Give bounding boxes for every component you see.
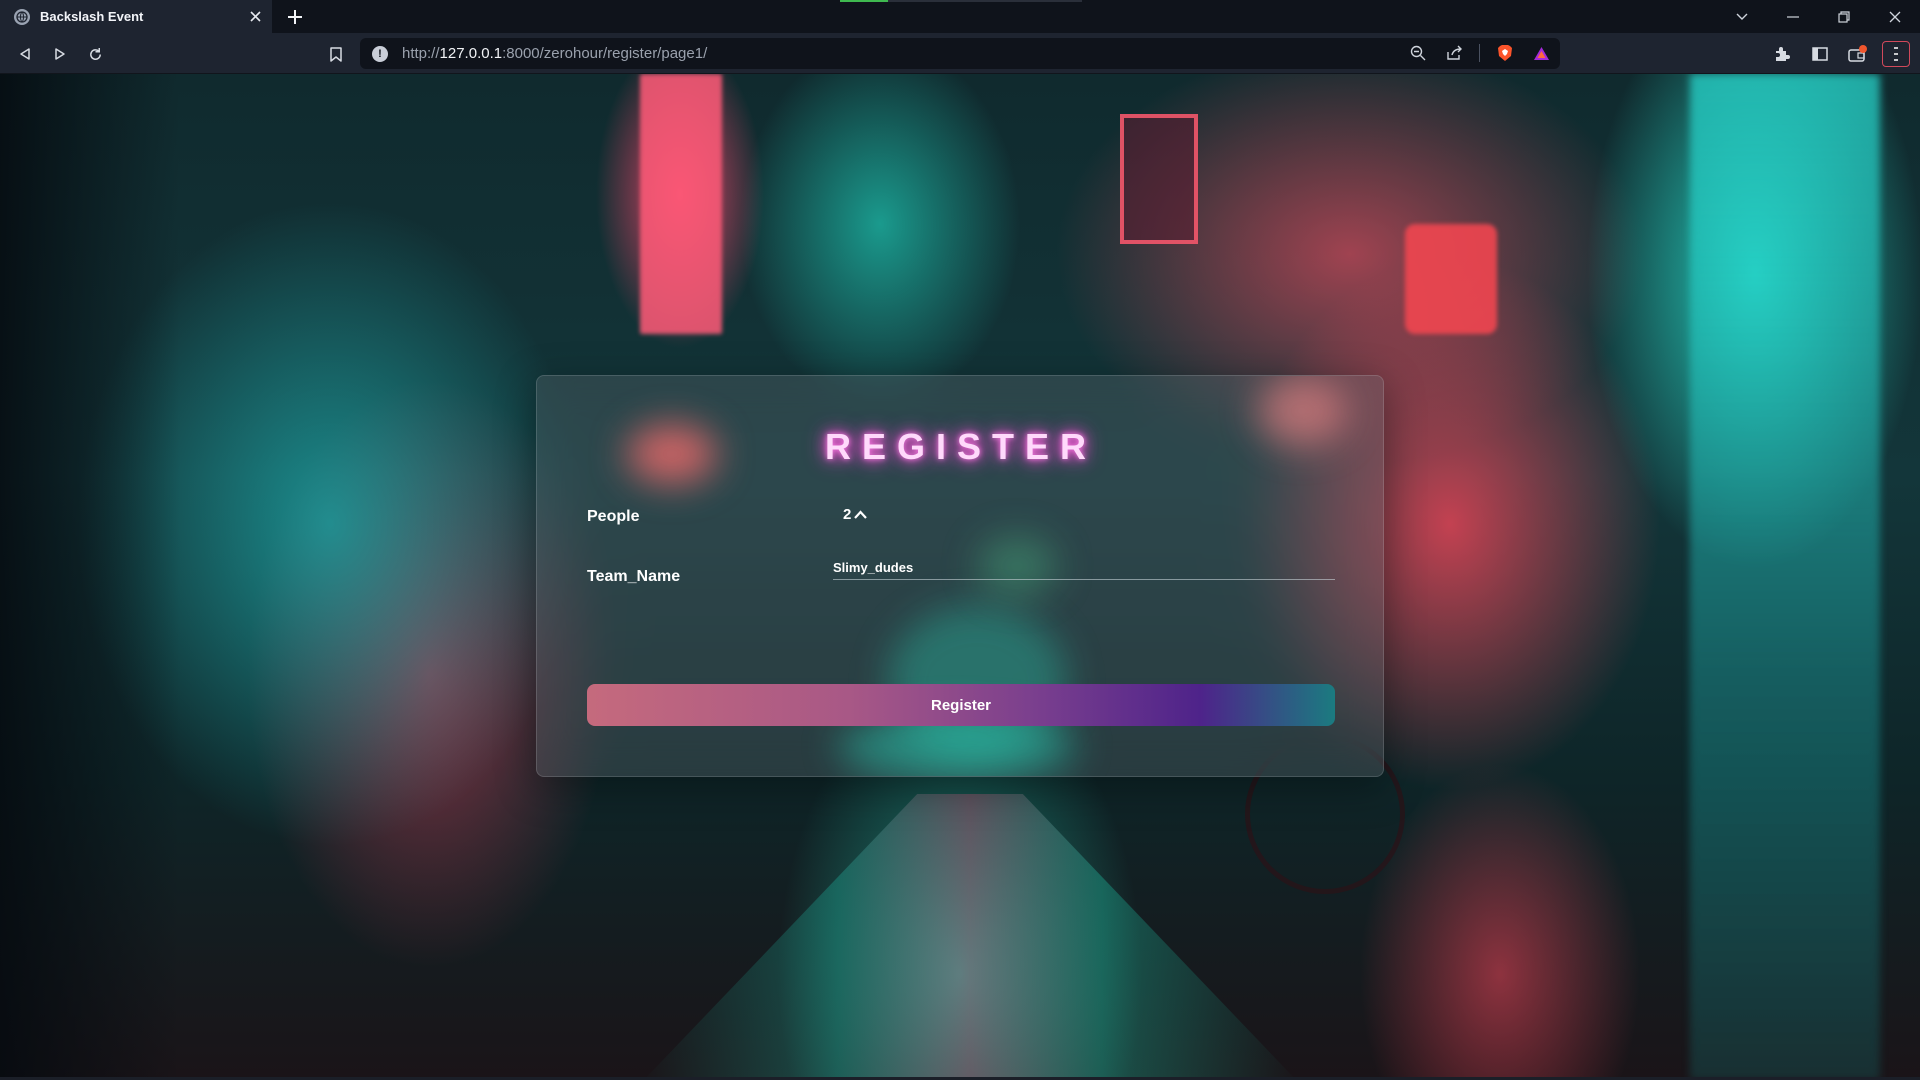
background-neon-sign bbox=[640, 74, 722, 334]
background-wet-street bbox=[640, 794, 1300, 1080]
extensions-area bbox=[1768, 41, 1910, 67]
background-neon-wall bbox=[1690, 74, 1880, 1080]
people-value: 2 bbox=[843, 506, 852, 523]
people-select[interactable]: 2 bbox=[843, 506, 867, 523]
close-tab-icon[interactable] bbox=[247, 8, 264, 25]
background-neon-sign bbox=[1120, 114, 1198, 244]
url-path: :8000/zerohour/register/page1/ bbox=[502, 45, 708, 62]
bookmark-icon[interactable] bbox=[323, 41, 349, 67]
register-card: REGISTER People 2 Team_Name Register bbox=[536, 375, 1384, 777]
people-label: People bbox=[587, 508, 640, 525]
browser-toolbar: ! http://127.0.0.1:8000/zerohour/registe… bbox=[0, 33, 1920, 74]
loading-indicator bbox=[840, 0, 888, 2]
tab-backslash-event[interactable]: Backslash Event bbox=[0, 0, 272, 33]
reload-icon[interactable] bbox=[82, 41, 108, 67]
puzzle-icon[interactable] bbox=[1768, 41, 1796, 67]
register-button[interactable]: Register bbox=[587, 684, 1335, 726]
tab-search-chevron-icon[interactable] bbox=[1716, 0, 1767, 33]
team-name-label: Team_Name bbox=[587, 568, 681, 585]
forward-icon[interactable] bbox=[47, 41, 73, 67]
separator bbox=[1479, 44, 1480, 62]
share-icon[interactable] bbox=[1443, 42, 1465, 64]
background-shadow bbox=[0, 74, 180, 1080]
url-text[interactable]: http://127.0.0.1:8000/zerohour/register/… bbox=[402, 45, 707, 62]
tab-strip: Backslash Event bbox=[0, 0, 1920, 33]
hamburger-menu-icon[interactable] bbox=[1882, 41, 1910, 67]
chevron-up-icon[interactable] bbox=[853, 508, 867, 522]
minimize-icon[interactable] bbox=[1767, 0, 1818, 33]
loading-track bbox=[888, 0, 1082, 2]
background-neon-sign bbox=[1405, 224, 1497, 334]
back-icon[interactable] bbox=[12, 41, 38, 67]
close-window-icon[interactable] bbox=[1869, 0, 1920, 33]
globe-icon bbox=[14, 8, 30, 25]
new-tab-button[interactable] bbox=[284, 6, 306, 28]
url-prefix: http:// bbox=[402, 45, 440, 62]
tab-title: Backslash Event bbox=[40, 9, 144, 24]
site-info-icon[interactable]: ! bbox=[372, 45, 388, 62]
window-controls bbox=[1716, 0, 1920, 33]
page-background: REGISTER People 2 Team_Name Register bbox=[0, 74, 1920, 1080]
sidebar-icon[interactable] bbox=[1806, 41, 1834, 67]
register-title: REGISTER bbox=[824, 426, 1098, 467]
url-host: 127.0.0.1 bbox=[439, 45, 503, 62]
restore-icon[interactable] bbox=[1818, 0, 1869, 33]
address-bar-actions bbox=[1407, 42, 1552, 64]
wallet-icon[interactable] bbox=[1844, 41, 1872, 67]
brave-rewards-icon[interactable] bbox=[1530, 42, 1552, 64]
brave-shield-icon[interactable] bbox=[1494, 42, 1516, 64]
zoom-icon[interactable] bbox=[1407, 42, 1429, 64]
address-bar[interactable]: ! http://127.0.0.1:8000/zerohour/registe… bbox=[360, 38, 1560, 69]
team-name-input[interactable] bbox=[833, 556, 1335, 580]
